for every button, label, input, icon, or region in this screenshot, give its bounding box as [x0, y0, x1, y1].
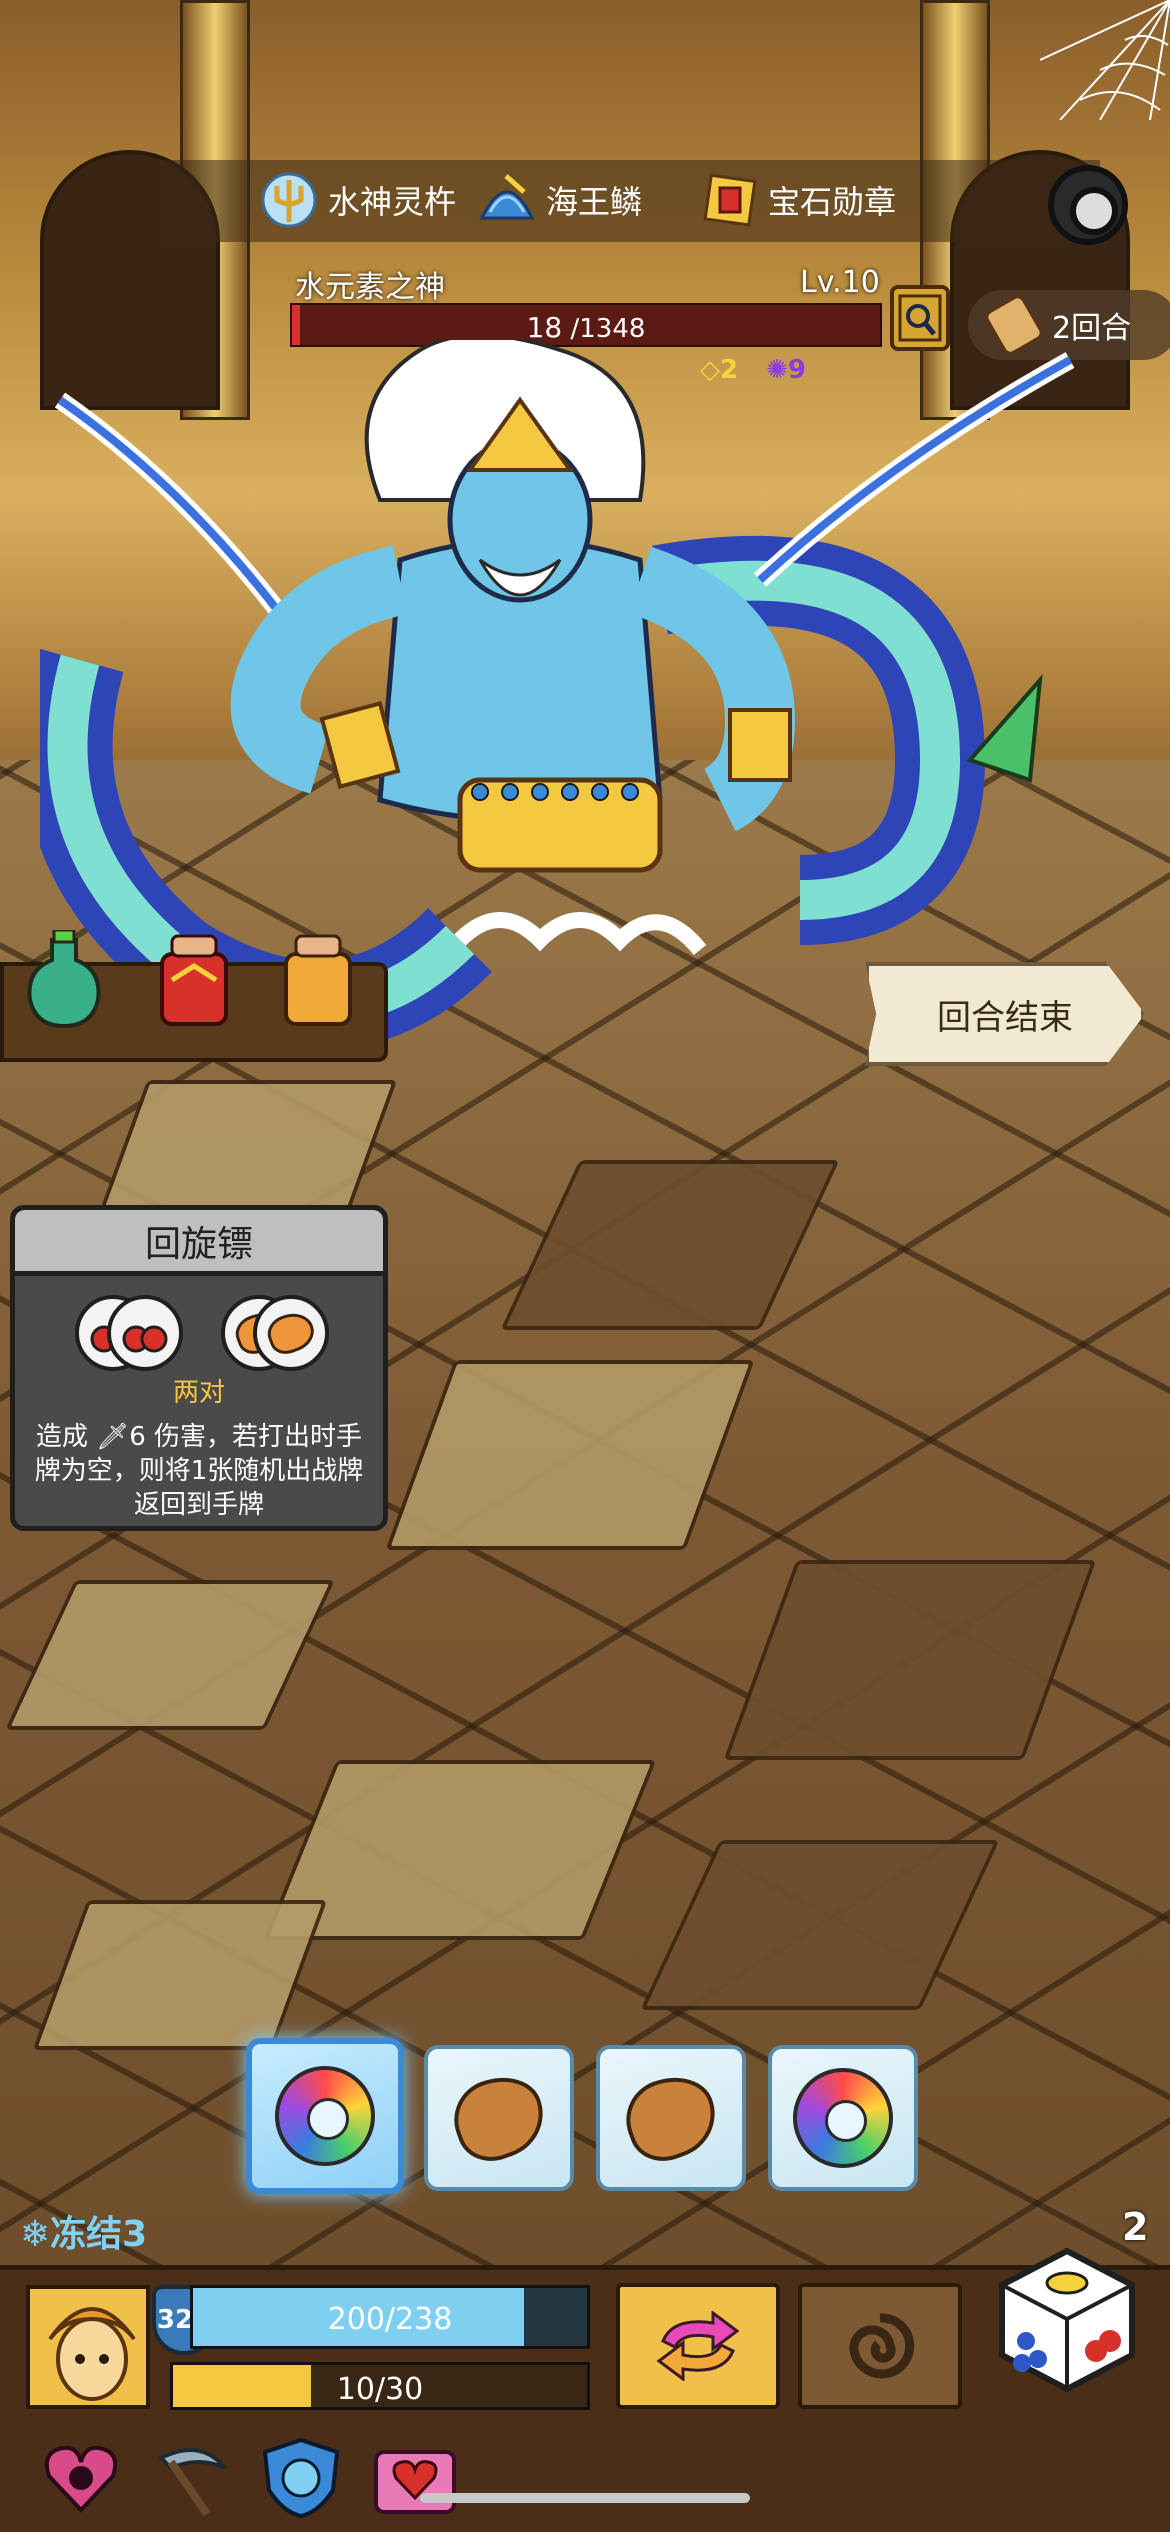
boss-level: Lv.10 — [800, 265, 880, 300]
scythe-icon — [157, 2448, 227, 2517]
trident-icon — [261, 172, 317, 228]
roll-dice-button[interactable] — [992, 2245, 1142, 2395]
card-requirement-label: 两对 — [172, 1378, 225, 1408]
pumpkin-shield-icon — [262, 2437, 340, 2519]
card-tooltip: 回旋镖 两对 造成 🗡6 伤害，若打出时手牌为空，则将1张随机出战牌返回到手牌 — [10, 1205, 388, 1531]
relic-label: 宝石勋章 — [768, 183, 897, 221]
inventory-heart-box[interactable] — [372, 2435, 458, 2521]
bean-icon — [253, 1295, 329, 1371]
inventory-pumpkin-shield[interactable] — [258, 2435, 344, 2521]
freeze-status[interactable]: ❄冻结3 — [20, 2205, 147, 2257]
card-requirement-icons — [75, 1295, 329, 1371]
hand-die[interactable] — [768, 2045, 918, 2191]
red-potion-icon[interactable] — [152, 930, 236, 1030]
vortex-icon — [849, 2313, 915, 2379]
inventory-scythe[interactable] — [148, 2435, 234, 2521]
cobweb-decoration — [1040, 0, 1170, 120]
relic-item-trident[interactable]: 水神灵杵 — [258, 170, 456, 230]
relic-item-sea-king-scale[interactable]: 海王鳞 — [476, 170, 642, 230]
vortex-skill-button[interactable] — [798, 2283, 962, 2409]
magnifier-icon — [898, 294, 942, 342]
cherry-pair — [75, 1295, 183, 1371]
hand-die[interactable] — [424, 2045, 574, 2191]
settings-gear-icon[interactable] — [1048, 165, 1128, 245]
player-avatar[interactable] — [26, 2285, 150, 2409]
hero-portrait-icon — [30, 2289, 146, 2405]
hand-die[interactable] — [596, 2045, 746, 2191]
swap-arrows-icon — [656, 2311, 740, 2381]
relic-label: 海王鳞 — [546, 183, 643, 221]
swirl-face-icon — [793, 2068, 893, 2168]
hand-die-frozen[interactable] — [246, 2038, 404, 2194]
player-hp-bar: 200/238 — [190, 2285, 590, 2349]
relic-item-gem-medal[interactable]: 宝石勋章 — [698, 170, 896, 230]
orange-potion-icon[interactable] — [276, 930, 360, 1030]
player-hp-label: 200/238 — [327, 2302, 453, 2337]
player-energy-label: 10/30 — [336, 2372, 424, 2407]
gem-medal-icon — [703, 173, 757, 227]
boss-name: 水元素之神 — [295, 270, 445, 305]
relic-label: 水神灵杵 — [328, 183, 457, 221]
heart-box-icon — [374, 2450, 456, 2514]
bean-face-icon — [443, 2065, 555, 2171]
bean-pair — [221, 1295, 329, 1371]
cherry-icon — [107, 1295, 183, 1371]
home-indicator[interactable] — [420, 2493, 750, 2503]
card-description: 造成 🗡6 伤害，若打出时手牌为空，则将1张随机出战牌返回到手牌 — [34, 1422, 364, 1520]
inventory-heart-bomb[interactable] — [38, 2435, 124, 2521]
green-potion-icon[interactable] — [22, 930, 106, 1030]
reroll-dice-button[interactable] — [616, 2283, 780, 2409]
sea-king-scale-icon — [479, 174, 535, 220]
dice-remaining-count: 2 — [1122, 2205, 1149, 2249]
end-turn-button[interactable]: 回合结束 — [865, 962, 1145, 1066]
card-title: 回旋镖 — [15, 1210, 383, 1276]
bean-face-icon — [615, 2065, 727, 2171]
swirl-face-icon — [275, 2066, 375, 2166]
heart-bomb-icon — [44, 2445, 118, 2513]
player-energy-bar: 10/30 — [170, 2362, 590, 2410]
